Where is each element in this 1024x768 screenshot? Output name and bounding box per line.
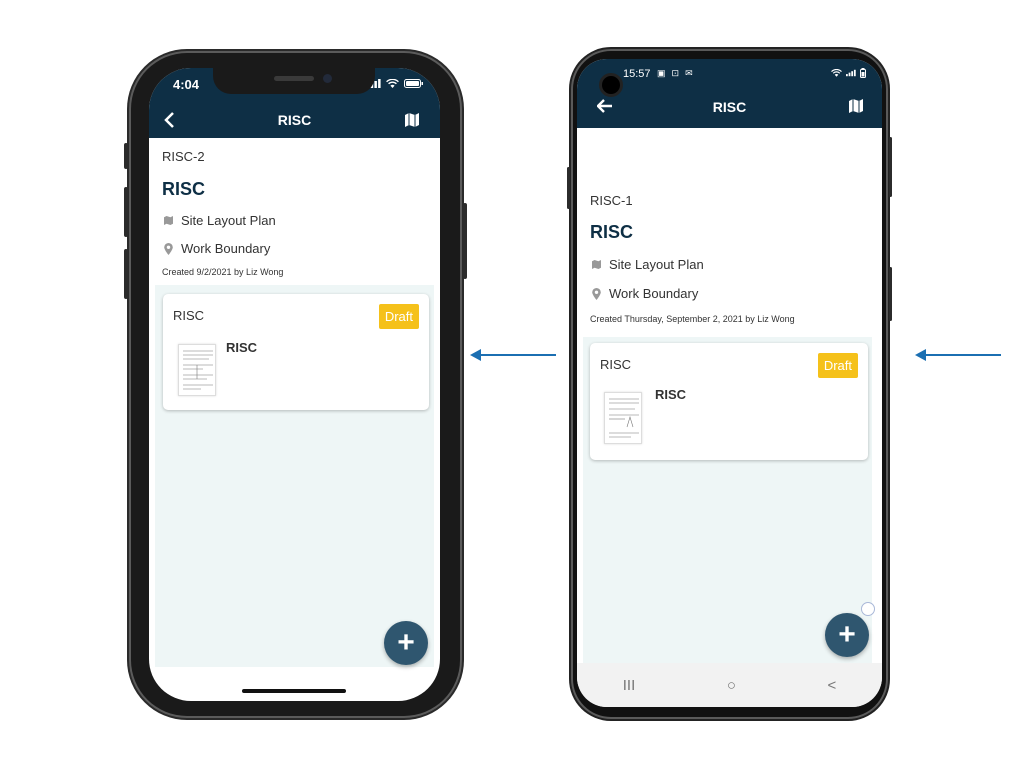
add-button[interactable]: + [825, 613, 869, 657]
card-label: RISC [173, 308, 205, 323]
volume-down-button [124, 249, 128, 299]
image-notification-icon: ▣ [657, 68, 666, 78]
map-icon [163, 215, 173, 227]
map-icon [405, 113, 419, 127]
battery-icon [404, 79, 423, 88]
app-bar-title: RISC [277, 112, 312, 128]
speaker [274, 76, 314, 81]
form-card[interactable]: RISC Draft RISC [590, 343, 868, 460]
status-badge: Draft [817, 353, 858, 378]
status-time: 4:04 [173, 77, 200, 92]
front-camera [599, 73, 623, 97]
record-ref: RISC-1 [590, 193, 633, 208]
boundary-link[interactable]: Work Boundary [591, 286, 698, 301]
status-time: 15:57 [623, 68, 651, 80]
created-info: Created 9/2/2021 by Liz Wong [162, 267, 284, 277]
mute-switch [124, 143, 128, 169]
map-button[interactable] [844, 94, 868, 118]
comparison-stage: 4:04 RISC RISC-2 RISC Site Layout Plan W… [0, 0, 1024, 768]
app-bar: RISC [149, 102, 440, 138]
signal-icon [846, 69, 856, 77]
system-nav-bar: III ○ < [577, 663, 882, 707]
pin-icon [163, 242, 173, 255]
iphone-device: 4:04 RISC RISC-2 RISC Site Layout Plan W… [124, 51, 467, 718]
forms-panel: RISC Draft RISC [583, 337, 872, 663]
app-bar: RISC [577, 86, 882, 128]
iphone-screen: 4:04 RISC RISC-2 RISC Site Layout Plan W… [149, 68, 440, 701]
volume-up-button [124, 187, 128, 237]
recent-apps-button[interactable]: III [623, 677, 636, 694]
document-name: RISC [655, 387, 687, 402]
add-icon: + [838, 618, 856, 651]
add-icon: + [397, 626, 415, 659]
map-link[interactable]: Site Layout Plan [591, 257, 704, 272]
status-icons [831, 68, 866, 78]
app-bar-title: RISC [712, 99, 747, 115]
form-card[interactable]: RISC Draft RISC [163, 294, 429, 410]
document-thumbnail [178, 344, 216, 396]
notch [213, 68, 375, 94]
volume-button [889, 137, 892, 197]
callout-arrow-left [470, 349, 556, 361]
map-button[interactable] [400, 108, 424, 132]
map-link[interactable]: Site Layout Plan [163, 213, 276, 228]
boundary-label: Work Boundary [181, 241, 271, 256]
page-title: RISC [590, 222, 634, 242]
wifi-icon [386, 79, 399, 88]
screenshot-notification-icon: ⊡ [671, 68, 680, 78]
system-back-button[interactable]: < [827, 677, 836, 694]
wifi-icon [831, 69, 842, 77]
map-icon [591, 259, 601, 271]
bixby-button [567, 167, 570, 209]
record-ref: RISC-2 [162, 149, 205, 164]
power-button [889, 267, 892, 321]
status-badge: Draft [378, 304, 419, 329]
page-title: RISC [162, 179, 206, 199]
boundary-label: Work Boundary [609, 286, 699, 301]
power-button [463, 203, 467, 279]
home-button[interactable]: ○ [727, 677, 736, 694]
home-indicator [242, 689, 346, 693]
battery-icon [860, 68, 866, 78]
document-thumbnail [604, 392, 642, 444]
add-button[interactable]: + [384, 621, 428, 665]
notification-icons: ▣ ⊡ ✉ [657, 68, 693, 79]
callout-arrow-right [915, 349, 1001, 361]
created-info: Created Thursday, September 2, 2021 by L… [590, 314, 795, 324]
android-device: 15:57 ▣ ⊡ ✉ RISC RISC-1 RISC Site Layout… [567, 49, 892, 719]
pin-icon [591, 287, 601, 300]
map-label: Site Layout Plan [181, 213, 276, 228]
mail-notification-icon: ✉ [685, 68, 693, 78]
front-camera [323, 74, 332, 83]
android-screen: 15:57 ▣ ⊡ ✉ RISC RISC-1 RISC Site Layout… [577, 59, 882, 707]
map-label: Site Layout Plan [609, 257, 704, 272]
status-icons [367, 79, 424, 88]
map-icon [849, 99, 863, 113]
card-label: RISC [600, 357, 632, 372]
forms-panel: RISC Draft RISC [155, 285, 434, 667]
boundary-link[interactable]: Work Boundary [163, 241, 270, 256]
document-name: RISC [226, 340, 258, 355]
overlay-handle[interactable] [861, 602, 875, 616]
